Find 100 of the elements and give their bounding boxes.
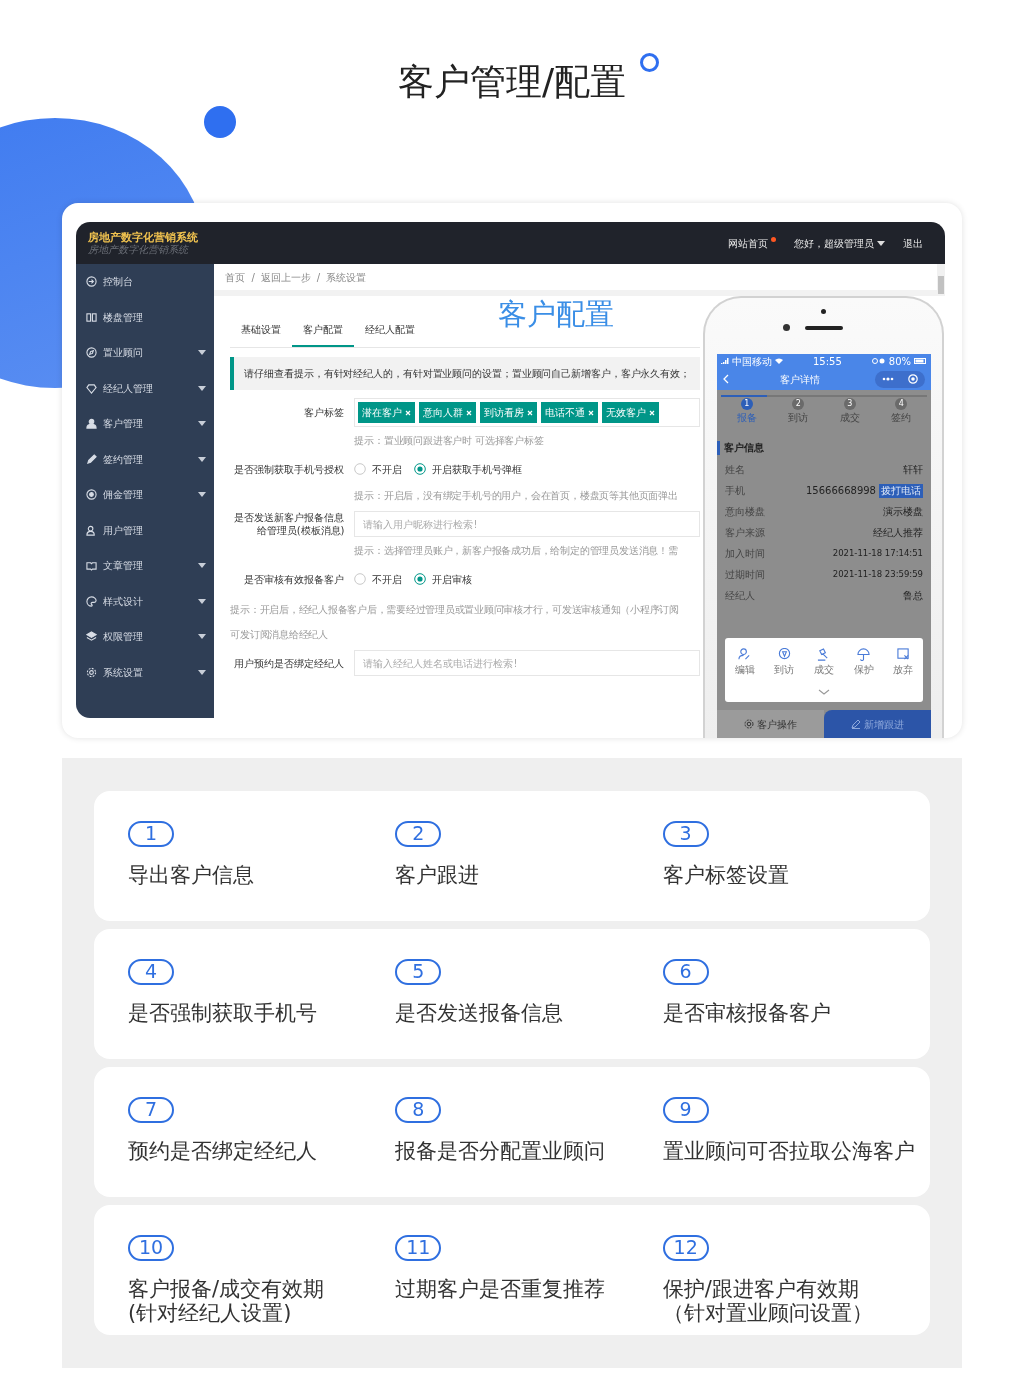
page-title: 客户管理/配置 (397, 60, 627, 104)
field-label: 用户预约是否绑定经纪人 (233, 656, 345, 670)
field-value: 轩轩 (903, 463, 923, 477)
action-button[interactable]: 成交 (804, 648, 844, 685)
section-title: 客户信息 (717, 441, 931, 455)
input-field[interactable]: 请输入经纪人姓名或电话进行检索! (354, 650, 700, 676)
tab[interactable]: 客户配置 (292, 322, 355, 347)
diamond-icon (86, 382, 97, 394)
close-icon (649, 409, 656, 416)
tag[interactable]: 电话不通 (541, 402, 599, 423)
field-label: 是否审核有效报备客户 (243, 572, 345, 586)
feature-text: 客户报备/成交有效期 (128, 1277, 325, 1301)
dot-decoration (204, 106, 236, 138)
compass-icon (86, 347, 97, 359)
action-button[interactable]: 放弃 (883, 648, 923, 685)
clock-text: 15:55 (812, 354, 842, 369)
brand-subtitle: 房地产数字化营销系统 (88, 243, 189, 256)
feature-text: 客户跟进 (395, 863, 480, 887)
caret-icon (198, 492, 207, 498)
breadcrumb-separator: / (251, 270, 255, 285)
sidebar-item[interactable]: 权限管理 (76, 619, 215, 655)
person-icon (86, 418, 97, 430)
tab[interactable]: 经纪人配置 (354, 322, 427, 347)
sidebar-item[interactable]: 样式设计 (76, 583, 215, 619)
top-nav-link[interactable]: 退出 (903, 235, 923, 251)
top-nav-link[interactable]: 您好，超级管理员 (794, 235, 885, 251)
umbrella-icon (857, 648, 871, 661)
tag[interactable]: 潜在客户 (358, 402, 416, 423)
number-badge: 3 (662, 821, 709, 847)
feature-text: 保护/跟进客户有效期 (662, 1277, 860, 1301)
action-button[interactable]: 编辑 (725, 648, 765, 685)
step-label: 成交 (839, 411, 860, 425)
step-number: 1 (740, 398, 753, 410)
breadcrumb-link[interactable]: 首页 (225, 269, 246, 285)
sidebar-item[interactable]: 系统设置 (76, 654, 215, 690)
radio-option[interactable]: 不开启 (354, 461, 403, 477)
sidebar-item[interactable]: 文章管理 (76, 548, 215, 584)
field-value: 鲁总 (903, 589, 923, 603)
input-field[interactable]: 请输入用户昵称进行检索! (354, 511, 700, 537)
cancel-box-icon (896, 648, 910, 661)
sidebar-item[interactable]: 客户管理 (76, 406, 215, 442)
number-badge: 10 (128, 1235, 174, 1261)
hint-text: 提示：选择管理员账户，新客户报备成功后，给制定的管理员发送消息！需 (354, 544, 679, 558)
hint-text: 可发订阅消息给经纪人 (230, 628, 329, 642)
action-button[interactable]: 到访 (764, 648, 805, 685)
status-indicator-icon (871, 358, 886, 364)
battery-text: 80% (888, 354, 911, 369)
capsule-menu[interactable] (875, 370, 925, 388)
field-value: 2021-11-18 17:14:51 (832, 547, 923, 560)
sidebar-item[interactable]: 经纪人管理 (76, 370, 215, 406)
number-badge: 4 (128, 959, 174, 985)
radio-option[interactable]: 不开启 (354, 571, 403, 587)
caret-icon (198, 350, 207, 356)
breadcrumb-separator: / (316, 270, 321, 285)
step-label: 报备 (736, 411, 757, 425)
feature-text: 是否发送报备信息 (395, 1001, 564, 1025)
target-icon (908, 374, 918, 384)
feature-text: 预约是否绑定经纪人 (128, 1139, 317, 1163)
breadcrumb-link[interactable]: 返回上一步 (260, 269, 311, 285)
person-edit-icon (738, 648, 752, 661)
caret-icon (198, 385, 207, 391)
tab[interactable]: 基础设置 (230, 322, 293, 347)
page-heading: 客户配置 (498, 296, 615, 333)
brand-title: 房地产数字化营销系统 (88, 230, 198, 244)
tag[interactable]: 无效客户 (602, 402, 660, 423)
field-label: 手机 (725, 484, 745, 498)
sidebar-item[interactable]: 用户管理 (76, 512, 215, 548)
bottom-button[interactable]: 客户操作 (717, 710, 824, 738)
sidebar-item[interactable]: 签约管理 (76, 441, 215, 477)
hint-text: 提示：开启后，没有绑定手机号的用户，会在首页，楼盘页等其他页面弹出 (354, 489, 679, 503)
action-button[interactable]: 保护 (843, 648, 884, 685)
scrollbar[interactable] (937, 264, 945, 294)
tag[interactable]: 意向人群 (419, 402, 477, 423)
sidebar-item[interactable]: 置业顾问 (76, 335, 215, 371)
step-label: 签约 (891, 411, 912, 425)
radio-option[interactable]: 开启审核 (414, 571, 473, 587)
feature-text: 是否审核报备客户 (662, 1001, 831, 1025)
feature-text: 过期客户是否重复推荐 (395, 1277, 606, 1301)
caret-icon (198, 421, 207, 427)
gear-icon (744, 719, 754, 729)
sidebar-item[interactable]: 楼盘管理 (76, 299, 215, 335)
tag[interactable]: 到访看房 (480, 402, 538, 423)
field-label: 是否强制获取手机号授权 (233, 462, 345, 476)
radio-option[interactable]: 开启获取手机号弹框 (414, 461, 523, 477)
sidebar-item[interactable]: 佣金管理 (76, 477, 215, 513)
number-badge: 11 (395, 1235, 442, 1261)
palette-icon (86, 595, 97, 607)
sidebar-item[interactable]: 控制台 (76, 264, 215, 300)
step-label: 到访 (788, 411, 809, 425)
call-button[interactable]: 拨打电话 (879, 483, 923, 498)
close-icon (405, 409, 412, 416)
step-number: 3 (843, 398, 856, 410)
top-nav-link[interactable]: 网站首页 (728, 235, 776, 251)
breadcrumb-link[interactable]: 系统设置 (326, 269, 367, 285)
field-label: 姓名 (725, 463, 745, 477)
field-label: 是否发送新客户报备信息给管理员(模板消息) (233, 511, 345, 537)
user-icon (86, 524, 97, 536)
tag-field[interactable]: 潜在客户 意向人群 到访看房 电话不通 无效客户 (354, 398, 700, 427)
back-icon (723, 374, 729, 384)
number-badge: 7 (128, 1097, 174, 1123)
